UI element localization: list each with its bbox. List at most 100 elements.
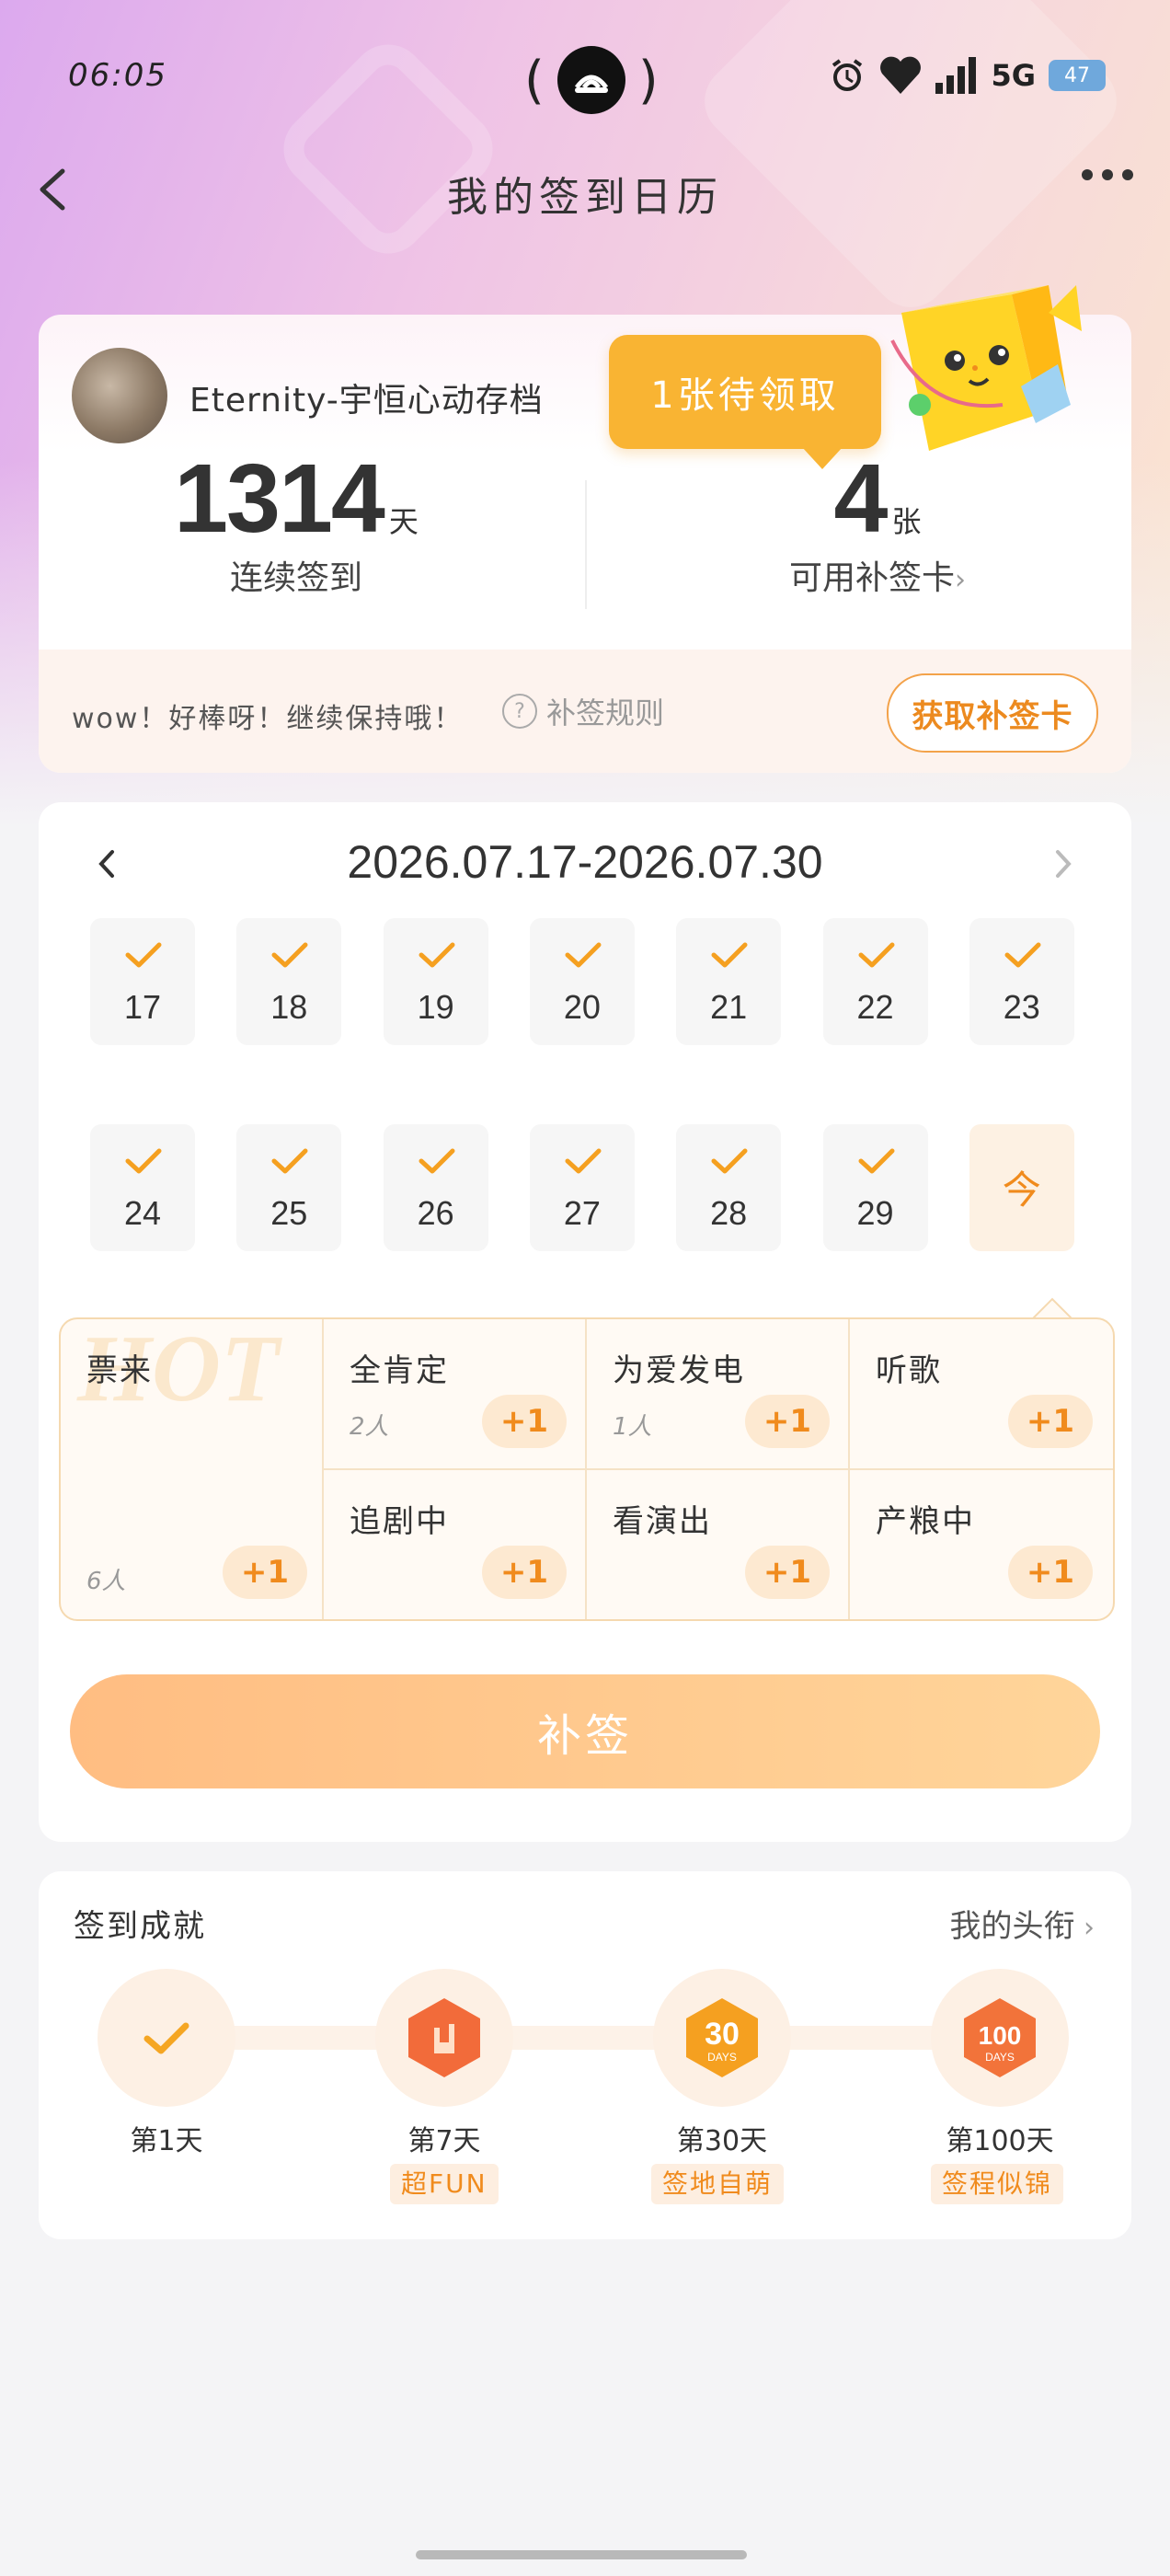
check-icon [271, 1148, 308, 1174]
makeup-sign-button[interactable]: 补签 [70, 1674, 1100, 1788]
calendar-day[interactable]: 24 [90, 1124, 195, 1251]
paren-left: ( [524, 50, 545, 110]
streak-label: 连续签到 [229, 559, 362, 597]
pending-card-badge[interactable]: 1张待领取 [609, 335, 881, 449]
topic-count: 1人 [613, 1413, 652, 1441]
calendar-day[interactable]: 19 [383, 918, 488, 1045]
check-icon [143, 2022, 189, 2054]
mascot-icon [890, 285, 1082, 451]
topic-name: 票来 [86, 1352, 153, 1389]
check-icon [271, 942, 308, 968]
network-type: 5G [991, 58, 1036, 93]
encourage-message: wow！好棒呀！继续保持哦！ [72, 703, 464, 735]
calendar-day[interactable]: 17 [90, 918, 195, 1045]
rules-label: 补签规则 [546, 696, 665, 730]
achievement-tag: 超FUN [390, 2164, 499, 2204]
topic-name: 追剧中 [350, 1503, 449, 1540]
makeup-card-stat[interactable]: 4张 可用补签卡› [620, 443, 1131, 599]
topic-item[interactable]: 听歌 +1 [850, 1319, 1111, 1469]
calendar-day[interactable]: 21 [676, 918, 782, 1045]
check-icon [565, 942, 602, 968]
progress-track [149, 2026, 1014, 2050]
check-icon [1004, 942, 1041, 968]
pending-badge-arrow [802, 447, 843, 469]
page-title: 我的签到日历 [447, 174, 723, 221]
topic-name: 看演出 [613, 1503, 712, 1540]
my-titles-link[interactable]: 我的头衔 › [949, 1901, 1095, 1946]
check-icon [125, 1148, 162, 1174]
day-number: 19 [417, 988, 454, 1026]
topic-name: 为爱发电 [613, 1352, 745, 1389]
plus-one-button[interactable]: +1 [482, 1546, 567, 1599]
signal-icon [935, 57, 977, 94]
plus-one-button[interactable]: +1 [1008, 1546, 1093, 1599]
achievement-badge-day30[interactable]: 30 DAYS [653, 1969, 791, 2107]
achievement-label: 第30天 [676, 2125, 768, 2157]
topic-item[interactable]: 产粮中 +1 [850, 1470, 1111, 1619]
topic-item[interactable]: 看演出 +1 [587, 1470, 848, 1619]
check-icon [711, 942, 748, 968]
rock-hand-icon [408, 1998, 480, 2077]
plus-one-button[interactable]: +1 [745, 1395, 830, 1448]
calendar-day[interactable]: 29 [822, 1124, 928, 1251]
achievement-label: 第1天 [130, 2125, 203, 2157]
next-period-button[interactable] [1041, 843, 1084, 885]
achievement-tag: 签地自萌 [651, 2164, 785, 2204]
topic-item[interactable]: 全肯定 2人 +1 [324, 1319, 585, 1469]
calendar-day[interactable]: 28 [676, 1124, 782, 1251]
day-number: 18 [270, 988, 308, 1026]
plus-one-button[interactable]: +1 [482, 1395, 567, 1448]
badge-number: 100 [979, 2021, 1022, 2050]
calendar-card: 2026.07.17-2026.07.30 17 18 19 20 21 22 23 24 25… [39, 802, 1131, 1842]
calendar-day[interactable]: 22 [822, 918, 928, 1045]
day-number: 22 [856, 988, 894, 1026]
badge-days: DAYS [707, 2051, 737, 2064]
home-indicator[interactable] [416, 2550, 747, 2559]
plus-one-button[interactable]: +1 [745, 1546, 830, 1599]
achievement-label: 第100天 [946, 2125, 1054, 2157]
my-titles-label: 我的头衔 [949, 1908, 1075, 1945]
topic-item[interactable]: 追剧中 +1 [324, 1470, 585, 1619]
achievement-tag: 签程似锦 [931, 2164, 1064, 2204]
rules-link[interactable]: ? 补签规则 [502, 690, 664, 732]
calendar-day[interactable]: 27 [529, 1124, 635, 1251]
30-days-icon: 30DAYS [686, 1998, 758, 2077]
more-button[interactable] [1082, 169, 1133, 180]
dot-icon [1102, 169, 1113, 180]
calendar-day[interactable]: 20 [529, 918, 635, 1045]
check-icon [858, 1148, 894, 1174]
calendar-day[interactable]: 26 [383, 1124, 488, 1251]
topic-item[interactable]: 为爱发电 1人 +1 [587, 1319, 848, 1469]
get-makeup-card-button[interactable]: 获取补签卡 [887, 673, 1098, 753]
hotspot-icon [556, 46, 625, 114]
calendar-day-today[interactable]: 今 [969, 1124, 1074, 1251]
topic-featured[interactable]: HOT 票来 6人 +1 [61, 1319, 324, 1619]
battery-icon: 47 [1049, 60, 1106, 91]
paren-right: ) [637, 50, 659, 110]
badge-number: 30 [705, 2017, 740, 2052]
alarm-icon [832, 59, 863, 91]
status-bar: 06:05 ( ) 5G 47 [0, 46, 1170, 114]
achievement-badge-day1[interactable] [98, 1969, 235, 2107]
achievement-badge-day100[interactable]: 100 DAYS [931, 1969, 1069, 2107]
calendar-day[interactable]: 18 [236, 918, 342, 1045]
check-icon [711, 1148, 748, 1174]
day-number: 29 [856, 1194, 894, 1232]
calendar-day[interactable]: 25 [236, 1124, 342, 1251]
pointer-caret [1032, 1297, 1072, 1319]
cards-unit: 张 [891, 504, 922, 539]
plus-one-button[interactable]: +1 [1008, 1395, 1093, 1448]
streak-unit: 天 [388, 504, 419, 539]
date-range: 2026.07.17-2026.07.30 [347, 836, 823, 888]
achievement-badge-day7[interactable] [375, 1969, 513, 2107]
system-icons: 5G 47 [829, 55, 1106, 96]
day-number: 20 [563, 988, 601, 1026]
calendar-day[interactable]: 23 [969, 918, 1074, 1045]
question-icon: ? [502, 694, 537, 729]
avatar[interactable] [72, 348, 167, 443]
achievements-title: 签到成就 [74, 1908, 206, 1945]
plus-one-button[interactable]: +1 [223, 1546, 307, 1599]
topic-grid: HOT 票来 6人 +1 全肯定 2人 +1 为爱发电 1人 +1 听歌 +1 追剧中 +1 看演出… [59, 1317, 1115, 1621]
check-icon [419, 1148, 455, 1174]
check-icon [125, 942, 162, 968]
